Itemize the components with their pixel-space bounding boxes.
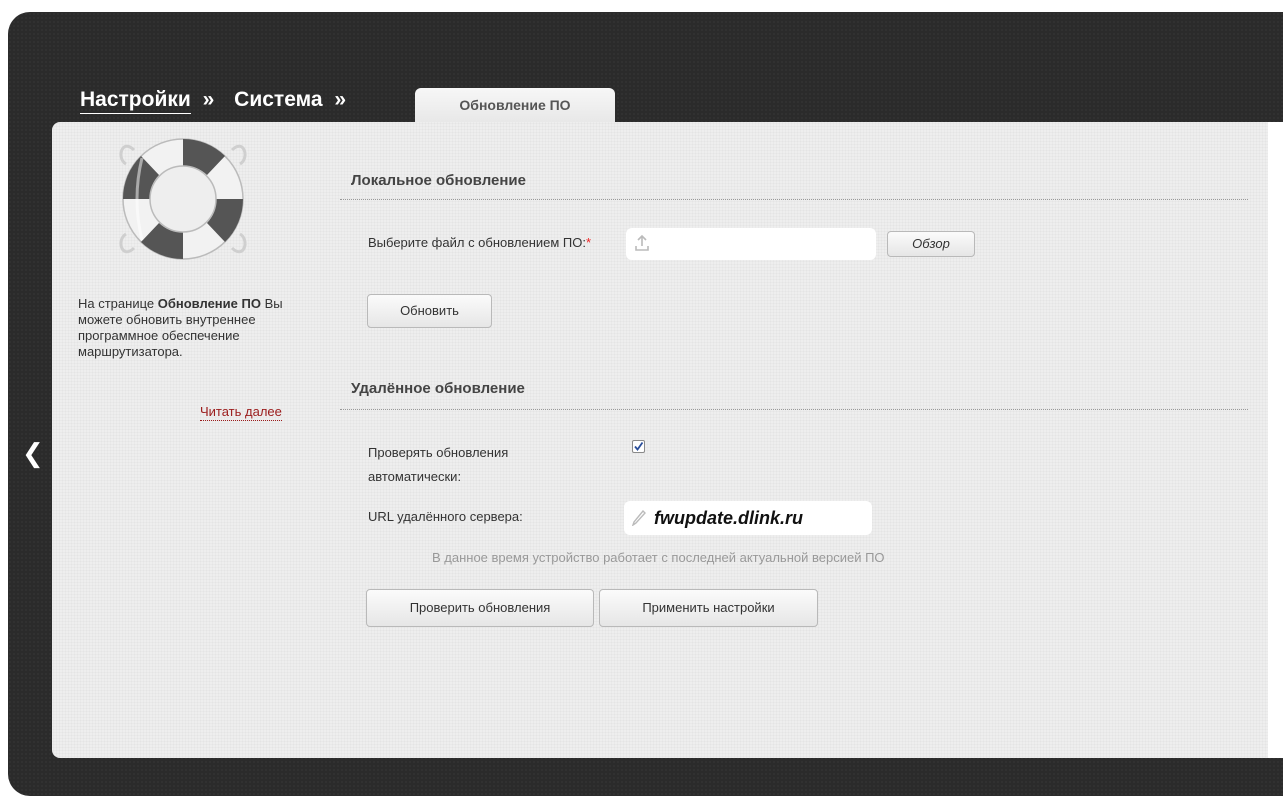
help-text-bold: Обновление ПО xyxy=(157,296,261,311)
url-label: URL удалённого сервера: xyxy=(368,509,523,524)
breadcrumb-system[interactable]: Система xyxy=(234,88,322,111)
section-divider xyxy=(340,409,1248,410)
update-button[interactable]: Обновить xyxy=(367,294,492,328)
auto-check-label: Проверять обновления автоматически: xyxy=(368,445,509,484)
check-updates-button[interactable]: Проверить обновления xyxy=(366,589,594,627)
file-label: Выберите файл с обновлением ПО:* xyxy=(368,231,613,255)
help-text: На странице Обновление ПО Вы можете обно… xyxy=(78,296,300,360)
auto-check-checkbox[interactable] xyxy=(632,440,645,453)
lifebuoy-icon xyxy=(119,138,247,260)
section-divider xyxy=(340,199,1248,200)
breadcrumb-separator: » xyxy=(202,88,215,111)
scrollbar[interactable] xyxy=(1268,122,1283,758)
tab-firmware-update[interactable]: Обновление ПО xyxy=(415,88,615,122)
apply-settings-button[interactable]: Применить настройки xyxy=(599,589,818,627)
checkmark-icon xyxy=(634,441,644,451)
url-input[interactable]: fwupdate.dlink.ru xyxy=(624,501,872,535)
upload-icon xyxy=(635,234,649,251)
file-label-text: Выберите файл с обновлением ПО: xyxy=(368,235,586,250)
browse-button[interactable]: Обзор xyxy=(887,231,975,257)
breadcrumb: Настройки » Система » xyxy=(80,88,360,122)
file-input[interactable] xyxy=(626,228,876,260)
breadcrumb-settings[interactable]: Настройки xyxy=(80,88,191,114)
pencil-icon xyxy=(632,510,646,526)
read-more-link[interactable]: Читать далее xyxy=(200,404,282,421)
back-arrow-icon[interactable]: ❮ xyxy=(22,440,46,468)
breadcrumb-separator: » xyxy=(334,88,347,111)
url-value: fwupdate.dlink.ru xyxy=(654,508,804,528)
help-text-prefix: На странице xyxy=(78,296,158,311)
local-update-title: Локальное обновление xyxy=(351,172,526,189)
required-mark: * xyxy=(585,235,592,250)
status-message: В данное время устройство работает с пос… xyxy=(432,550,885,565)
remote-update-title: Удалённое обновление xyxy=(351,380,525,397)
